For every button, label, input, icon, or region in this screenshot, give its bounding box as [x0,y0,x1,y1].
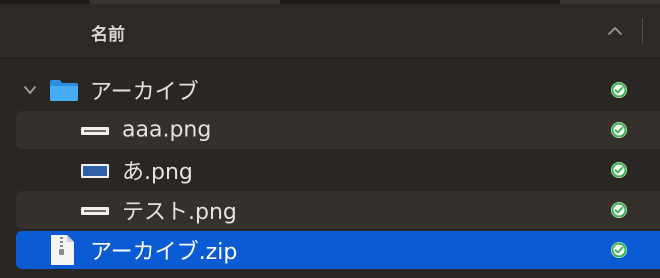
folder-icon [50,80,78,101]
image-file-icon [81,207,109,215]
synced-check-icon [611,202,627,218]
synced-check-icon [611,122,627,138]
list-item-label: アーカイブ [90,80,199,105]
image-file-icon [81,127,109,135]
synced-check-icon [611,242,627,258]
name-column-header[interactable]: 名前 [91,20,125,45]
zip-archive-icon [51,235,74,265]
list-item-folder[interactable]: アーカイブ [16,71,660,109]
list-item-file[interactable]: テスト.png [16,191,660,229]
chevron-up-icon[interactable] [608,26,622,36]
list-item-label: テスト.png [122,200,237,225]
list-item-file[interactable]: あ.png [16,151,660,189]
header-separator [0,58,660,59]
column-header[interactable]: 名前 [0,4,660,58]
list-item-file[interactable]: aaa.png [16,111,660,149]
column-divider[interactable] [642,18,643,44]
synced-check-icon [611,162,627,178]
list-item-label: aaa.png [122,117,212,143]
chevron-down-icon[interactable] [22,82,38,98]
list-item-file-selected[interactable]: アーカイブ.zip [16,231,660,269]
synced-check-icon [611,82,627,98]
list-item-label: アーカイブ.zip [90,240,238,265]
list-item-label: あ.png [122,160,193,185]
finder-list-view: 名前 アーカイブ aaa.png あ.png テスト.png アーカイブ.zip [0,0,660,278]
image-file-icon [81,164,109,178]
